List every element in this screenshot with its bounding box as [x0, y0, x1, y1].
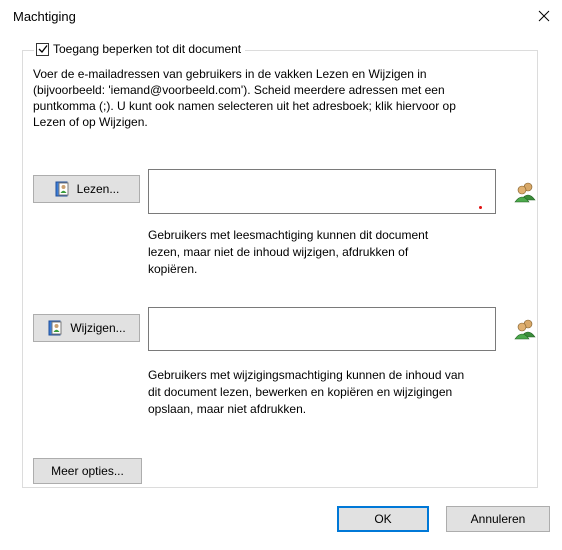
address-book-icon — [48, 320, 62, 336]
change-help-text: Gebruikers met wijzigingsmachtiging kunn… — [148, 367, 548, 418]
change-button[interactable]: Wijzigen... — [33, 314, 140, 342]
change-address-book-button[interactable] — [511, 315, 539, 343]
instructions-line: Voer de e-mailadressen van gebruikers in… — [33, 67, 427, 81]
instructions-text: Voer de e-mailadressen van gebruikers in… — [33, 66, 523, 130]
read-recipients-input[interactable] — [148, 169, 496, 214]
read-help-line: Gebruikers met leesmachtiging kunnen dit… — [148, 228, 429, 242]
read-address-book-button[interactable] — [511, 178, 539, 206]
restrict-access-checkbox[interactable] — [36, 42, 49, 56]
checkmark-icon — [38, 45, 48, 53]
change-help-line: dit document lezen, bewerken en kopiëren… — [148, 385, 453, 399]
instructions-line: (bijvoorbeeld: 'iemand@voorbeeld.com'). … — [33, 83, 445, 97]
more-options-button[interactable]: Meer opties... — [33, 458, 142, 484]
change-help-line: Gebruikers met wijzigingsmachtiging kunn… — [148, 368, 465, 382]
read-help-line: lezen, maar niet de inhoud wijzigen, afd… — [148, 245, 409, 259]
read-help-line: kopiëren. — [148, 262, 198, 276]
instructions-line: puntkomma (;). U kunt ook namen selecter… — [33, 99, 456, 113]
instructions-line: Lezen of op Wijzigen. — [33, 115, 148, 129]
change-button-label: Wijzigen... — [70, 321, 126, 335]
read-help-text: Gebruikers met leesmachtiging kunnen dit… — [148, 227, 528, 278]
cancel-button[interactable]: Annuleren — [446, 506, 550, 532]
spellcheck-marker — [479, 206, 482, 209]
restrict-access-legend[interactable]: Toegang beperken tot dit document — [34, 40, 246, 58]
change-help-line: opslaan, maar niet afdrukken. — [148, 402, 307, 416]
read-button[interactable]: Lezen... — [33, 175, 140, 203]
window-title: Machtiging — [13, 9, 76, 24]
close-button[interactable] — [530, 4, 558, 28]
read-button-label: Lezen... — [76, 182, 120, 196]
restrict-access-label: Toegang beperken tot dit document — [53, 42, 242, 56]
change-recipients-input[interactable] — [148, 307, 496, 351]
address-book-icon — [55, 181, 69, 197]
close-icon — [538, 10, 550, 22]
ok-button[interactable]: OK — [337, 506, 429, 532]
users-icon — [514, 319, 536, 340]
users-icon — [514, 182, 536, 203]
